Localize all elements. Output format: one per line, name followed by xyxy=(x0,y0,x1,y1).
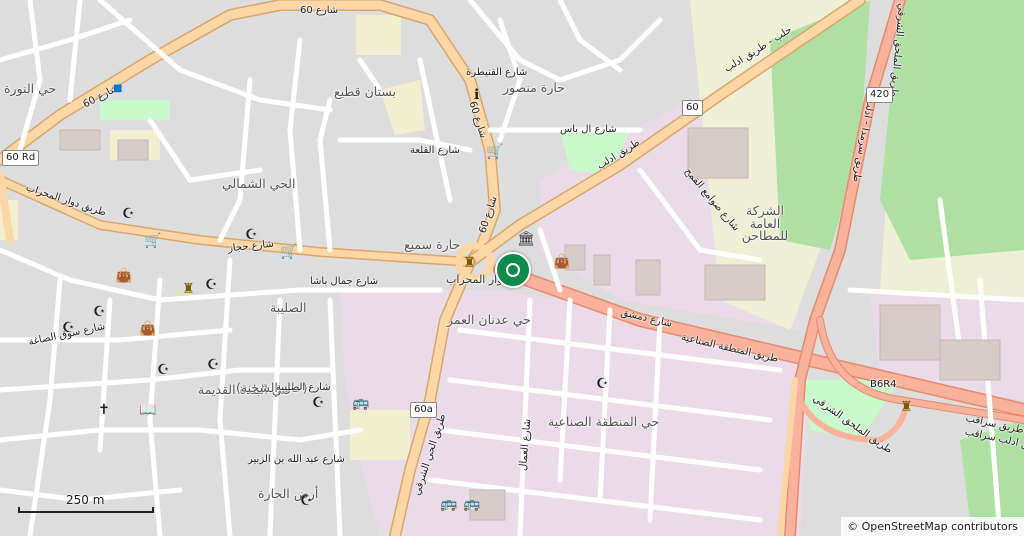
label-b6r4: B6R4 xyxy=(870,379,897,390)
commercial-1 xyxy=(356,15,401,55)
label-haret-mansour: حارة منصور xyxy=(503,80,565,95)
library-icon[interactable]: 📖 xyxy=(139,403,156,417)
monument-icon-3[interactable]: ♜ xyxy=(900,400,913,414)
mosque-icon-7[interactable]: ☪ xyxy=(207,358,220,372)
map-canvas[interactable]: شارع 60 شارع 60 شارع 60 شارع 60 حلب - طر… xyxy=(0,0,1024,536)
mosque-icon[interactable]: ☪ xyxy=(122,207,135,221)
monument-icon[interactable]: ♜ xyxy=(463,256,476,270)
label-saliba: الصليبة xyxy=(270,300,307,315)
label-hay-nawra: حي النورة xyxy=(4,81,57,96)
shopping-bag-icon-3[interactable]: 👜 xyxy=(139,322,156,336)
mosque-icon-2[interactable]: ☪ xyxy=(245,228,258,242)
label-shar-qunaytira: شارع القنيطرة xyxy=(466,67,528,78)
route-shield-420: 420 xyxy=(866,87,894,103)
label-sharika: الشركة العامة للمطاحن xyxy=(741,203,789,243)
label-haret-samie: حارة سميع xyxy=(404,237,461,252)
label-hay-adnan-amr: حي عدنان العمر xyxy=(447,312,532,327)
bus-icon[interactable]: 🚌 xyxy=(352,396,369,410)
attribution[interactable]: © OpenStreetMap contributors xyxy=(841,517,1024,536)
info-icon[interactable]: ℹ xyxy=(474,88,479,102)
route-shield-60a: 60a xyxy=(410,402,437,418)
route-shield-60rd: 60 Rd xyxy=(2,150,40,166)
mosque-icon-5[interactable]: ☪ xyxy=(62,321,75,335)
scale-bar: 250 m xyxy=(18,493,154,513)
label-bustan-qatea: بستان قطيع xyxy=(334,84,397,99)
church-icon[interactable]: ✝ xyxy=(98,403,110,417)
label-street-60-top: شارع 60 xyxy=(300,5,339,16)
mosque-icon-3[interactable]: ☪ xyxy=(205,278,218,292)
mosque-icon-4[interactable]: ☪ xyxy=(93,305,106,319)
museum-icon[interactable]: 🏛 xyxy=(517,232,535,246)
label-shar-abdullah: شارع عبد الله بن الزبير xyxy=(248,454,345,465)
park xyxy=(100,100,170,120)
shopping-bag-icon[interactable]: 👜 xyxy=(553,255,570,269)
scale-bar-line xyxy=(18,507,154,513)
location-marker-icon[interactable] xyxy=(495,252,531,288)
commercial-4 xyxy=(350,410,410,460)
mosque-icon-8[interactable]: ☪ xyxy=(312,396,325,410)
mosque-icon-10[interactable]: ☪ xyxy=(596,377,609,391)
shop-icon-2[interactable]: 🛒 xyxy=(280,245,297,259)
bus-stop-icon[interactable]: ■ xyxy=(113,82,122,96)
label-hay-mintaqa: حي المنطقة الصناعية xyxy=(548,414,660,429)
scale-label: 250 m xyxy=(66,493,105,507)
shopping-bag-icon-2[interactable]: 👜 xyxy=(115,269,132,283)
bus-icon-3[interactable]: 🚌 xyxy=(463,497,480,511)
label-hay-shamali: الحي الشمالي xyxy=(222,176,296,191)
monument-icon-2[interactable]: ♜ xyxy=(182,282,195,296)
mosque-icon-9[interactable]: ☪ xyxy=(300,494,313,508)
bus-icon-2[interactable]: 🚌 xyxy=(440,497,457,511)
label-shar-qalaa: شارع القلعة xyxy=(410,145,460,156)
label-shar-jamal: شارع جمال باشا xyxy=(310,276,379,287)
shop-icon[interactable]: 🛒 xyxy=(486,145,503,159)
shop-icon-3[interactable]: 🛒 xyxy=(144,234,161,248)
mosque-icon-6[interactable]: ☪ xyxy=(157,363,170,377)
label-shar-saliba: شارع الصليبة xyxy=(276,382,331,393)
label-shar-al-bas: شارع ال باس xyxy=(560,124,617,135)
route-shield-60: 60 xyxy=(682,100,703,116)
